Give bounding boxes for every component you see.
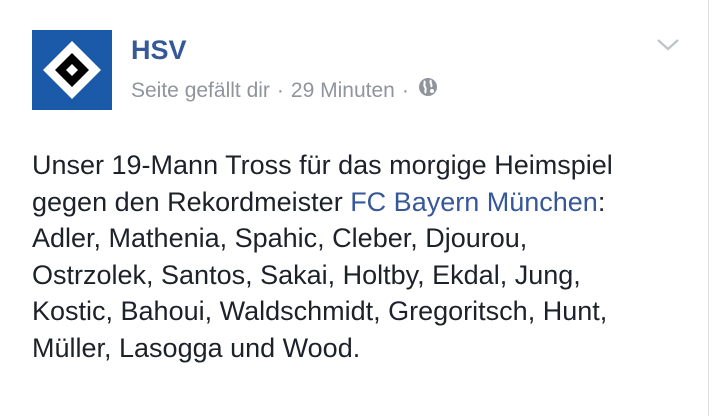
hsv-diamond-logo-icon bbox=[43, 41, 101, 99]
post-line: Ostrzolek, Santos, Sakai, Holtby, Ekdal,… bbox=[32, 259, 581, 290]
chevron-down-icon bbox=[657, 39, 679, 51]
meta-separator: · bbox=[401, 79, 409, 102]
post-line: Unser 19-Mann Tross für das morgige Heim… bbox=[32, 150, 613, 180]
page-name-link[interactable]: HSV bbox=[131, 34, 187, 66]
post-body: Unser 19-Mann Tross für das morgige Heim… bbox=[32, 147, 692, 366]
post-options-button[interactable] bbox=[655, 36, 681, 54]
page-avatar[interactable] bbox=[32, 30, 112, 110]
post-meta: Seite gefällt dir · 29 Minuten · bbox=[131, 76, 438, 106]
post-card: HSV Seite gefällt dir · 29 Minuten · Uns… bbox=[0, 0, 708, 416]
like-status: Seite gefällt dir bbox=[131, 79, 270, 102]
post-line: Kostic, Bahoui, Waldschmidt, Gregoritsch… bbox=[32, 296, 608, 326]
post-line: Adler, Mathenia, Spahic, Cleber, Djourou… bbox=[32, 223, 528, 253]
post-text-fragment: gegen den Rekordmeister bbox=[32, 186, 351, 217]
globe-icon[interactable] bbox=[418, 77, 438, 105]
card-edge bbox=[708, 0, 724, 416]
post-line: Müller, Lasogga und Wood. bbox=[32, 332, 361, 363]
post-timestamp[interactable]: 29 Minuten bbox=[291, 77, 395, 105]
post-text-fragment: : bbox=[597, 186, 606, 217]
mention-link-fc-bayern[interactable]: FC Bayern München bbox=[350, 187, 598, 217]
post-line: gegen den Rekordmeister FC Bayern Münche… bbox=[32, 184, 692, 221]
meta-separator: · bbox=[276, 79, 284, 102]
